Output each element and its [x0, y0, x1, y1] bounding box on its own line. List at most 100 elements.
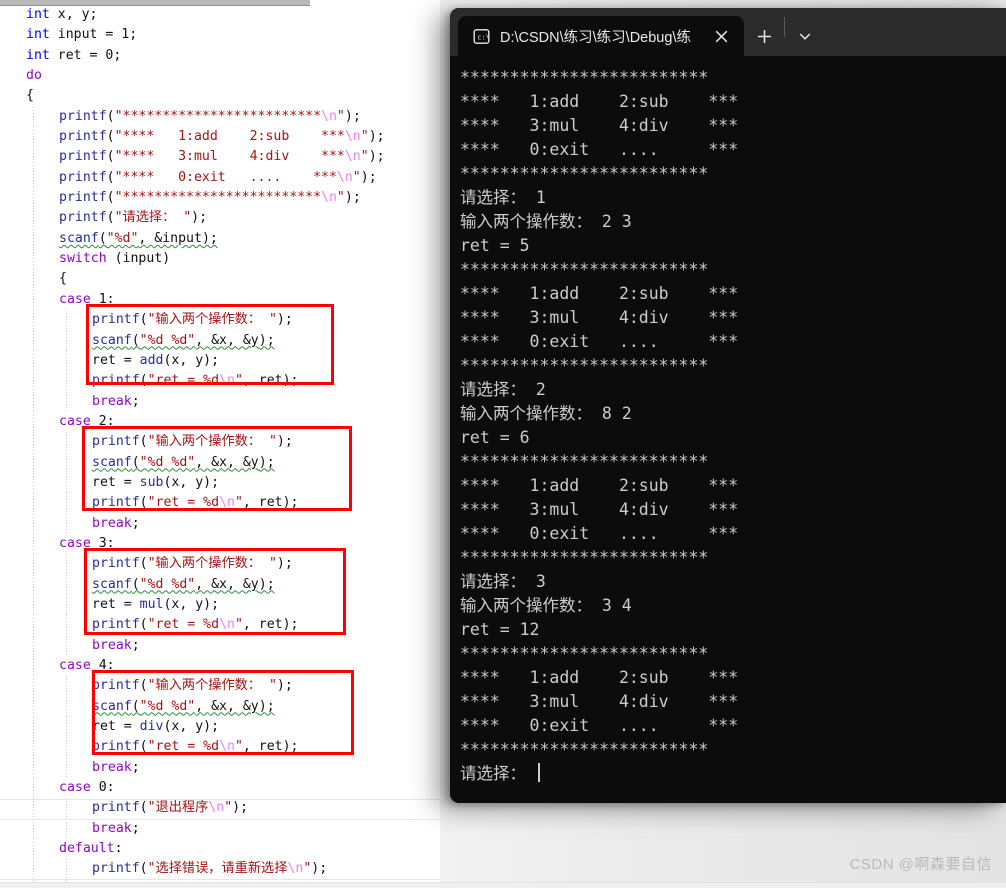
code-token-pun: );: [368, 129, 385, 145]
code-token-esc: \n: [219, 617, 235, 633]
code-text: break;: [92, 394, 140, 409]
code-token-ctl: break: [92, 759, 132, 775]
terminal-line: ret = 12: [460, 620, 540, 639]
terminal-line: *************************: [460, 164, 709, 183]
code-line: ret = sub(x, y);: [0, 472, 440, 494]
terminal-line: 请选择： 1: [460, 188, 546, 207]
code-line: printf("选择错误，请重新选择\n");: [0, 859, 440, 881]
code-text: case 0:: [59, 780, 115, 795]
new-tab-icon[interactable]: [744, 16, 784, 56]
code-token-str: "ret = %d: [147, 739, 220, 755]
close-icon[interactable]: [708, 23, 734, 49]
code-token-esc: \n: [287, 861, 304, 877]
code-text: printf("请选择： ");: [59, 210, 207, 225]
editor-line-separator: [0, 879, 440, 880]
code-token-pun: input =: [49, 27, 122, 43]
code-line: printf("**** 3:mul 4:div ***\n");: [0, 147, 440, 169]
code-token-pun: );: [360, 169, 377, 185]
code-token-ctl: do: [26, 68, 42, 84]
code-token-fn: printf: [59, 149, 107, 165]
code-token-str: "**** 0:exit .... ***: [114, 169, 337, 185]
code-text: printf("**** 3:mul 4:div ***\n");: [59, 149, 385, 164]
code-token-pun: , ret);: [242, 617, 299, 633]
code-token-str: ": [224, 800, 233, 816]
code-line: printf("*************************\n");: [0, 106, 440, 128]
terminal-line: **** 3:mul 4:div ***: [460, 116, 739, 135]
terminal-line: **** 0:exit .... ***: [460, 524, 739, 543]
code-token-pun: ret =: [49, 47, 106, 63]
code-token-pun: (: [139, 312, 148, 328]
code-token-pun: );: [276, 556, 293, 572]
code-text: case 3:: [59, 536, 115, 551]
code-text: case 1:: [59, 292, 115, 307]
code-text: int ret = 0;: [26, 48, 121, 63]
code-line: int x, y;: [0, 5, 440, 25]
code-token-pun: (x, y);: [163, 352, 220, 368]
code-text: printf("ret = %d\n", ret);: [92, 495, 298, 510]
code-text: default:: [59, 841, 123, 856]
terminal-line: *************************: [460, 356, 709, 375]
code-token-str: "%d %d": [139, 332, 196, 348]
code-token-ctl: default: [59, 841, 115, 857]
code-token-fn: scanf: [92, 332, 132, 348]
terminal-window[interactable]: c:\ D:\CSDN\练习\练习\Debug\练 **************…: [450, 8, 1006, 803]
code-text: switch (input): [59, 251, 170, 266]
code-token-pun: {: [59, 271, 67, 287]
code-token-ctl: break: [92, 393, 132, 409]
terminal-line: **** 3:mul 4:div ***: [460, 500, 739, 519]
code-token-fn: scanf: [92, 576, 132, 592]
code-token-str: "选择错误，请重新选择: [147, 861, 288, 877]
code-token-fn: printf: [59, 129, 107, 145]
code-token-pun: , ret);: [242, 495, 299, 511]
code-line: break;: [0, 513, 440, 535]
code-token-pun: x, y;: [49, 7, 98, 22]
code-token-pun: (: [131, 332, 140, 348]
code-line: case 4:: [0, 656, 440, 677]
code-token-str: ": [360, 149, 369, 165]
code-token-pun: (: [139, 556, 148, 572]
code-text: {: [26, 88, 34, 103]
code-line: printf("输入两个操作数： ");: [0, 676, 440, 698]
code-token-fn: printf: [92, 556, 140, 572]
terminal-tab[interactable]: c:\ D:\CSDN\练习\练习\Debug\练: [458, 16, 744, 56]
terminal-line: 请选择： 3: [460, 572, 546, 591]
code-token-pun: );: [276, 678, 293, 694]
source-code-text[interactable]: int x, y; int input = 1; int ret = 0; do{pr…: [0, 5, 440, 888]
code-token-pun: ret =: [92, 719, 140, 735]
code-token-esc: \n: [219, 495, 235, 511]
chevron-down-icon[interactable]: [785, 16, 825, 56]
code-token-pun: (: [106, 210, 115, 226]
code-line: printf("输入两个操作数： ");: [0, 432, 440, 453]
code-token-ctl: case: [59, 291, 91, 307]
code-token-str: "%d": [106, 230, 139, 246]
code-token-pun: );: [344, 190, 361, 206]
code-token-pun: );: [258, 698, 275, 714]
code-token-pun: ;: [131, 515, 140, 531]
code-token-pun: (: [106, 149, 115, 165]
terminal-cursor: [537, 763, 540, 782]
terminal-output[interactable]: ************************* **** 1:add 2:su…: [450, 56, 1006, 803]
code-token-kw: int: [26, 7, 50, 22]
code-error-squiggle: scanf("%d %d", &x, &y);: [92, 699, 275, 714]
code-token-num: 4: [98, 658, 107, 673]
terminal-line: ret = 6: [460, 428, 530, 447]
code-token-str: ": [360, 129, 369, 145]
code-token-pun: );: [344, 108, 361, 124]
code-line: break;: [0, 818, 440, 840]
code-token-pun: );: [368, 149, 385, 165]
code-token-pun: [91, 536, 99, 551]
code-text: printf("退出程序\n");: [92, 800, 248, 815]
code-token-fn: printf: [92, 495, 140, 511]
code-token-pun: :: [106, 535, 115, 551]
code-token-pun: , &input: [138, 230, 202, 246]
terminal-line: **** 0:exit .... ***: [460, 716, 739, 735]
code-token-num: 0: [98, 780, 107, 796]
code-token-pun: , ret);: [242, 373, 299, 389]
terminal-line: **** 0:exit .... ***: [460, 140, 739, 159]
code-token-str: ": [234, 617, 243, 633]
code-token-pun: );: [258, 454, 275, 470]
code-token-pun: (x, y);: [163, 719, 220, 735]
code-line: printf("ret = %d\n", ret);: [0, 615, 440, 637]
code-token-pun: (: [139, 434, 148, 450]
terminal-line: 输入两个操作数： 8 2: [460, 404, 632, 423]
